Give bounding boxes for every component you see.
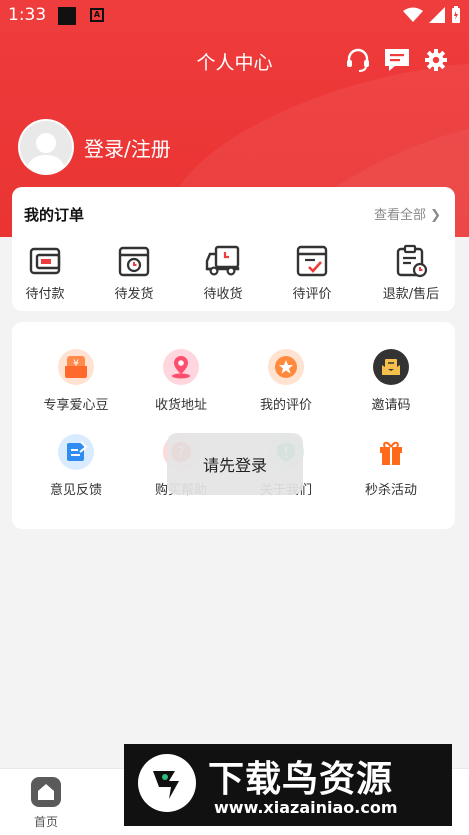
service-label: 邀请码 bbox=[371, 398, 411, 413]
watermark-banner: 下载鸟资源 www.xiazainiao.com bbox=[124, 744, 452, 826]
truck-icon bbox=[205, 245, 240, 276]
status-bar: 1:33 A bbox=[0, 0, 469, 32]
order-refund-aftersale[interactable]: 退款/售后 bbox=[376, 244, 446, 302]
wifi-icon bbox=[403, 7, 423, 22]
order-label: 待发货 bbox=[114, 287, 154, 302]
nav-home-label: 首页 bbox=[33, 815, 58, 829]
review-check-icon bbox=[296, 245, 328, 277]
order-pending-receipt[interactable]: 待收货 bbox=[188, 244, 258, 302]
battery-icon bbox=[452, 6, 460, 23]
service-feedback[interactable]: 意见反馈 bbox=[31, 434, 121, 498]
avatar[interactable] bbox=[18, 119, 74, 175]
services-card: ¥ 专享爱心豆 收货地址 我的评价 邀请码 意见反馈 ? 购买帮助 bbox=[12, 322, 455, 529]
settings-gear-icon[interactable] bbox=[422, 46, 450, 74]
service-love-beans[interactable]: ¥ 专享爱心豆 bbox=[31, 349, 121, 413]
order-pending-payment[interactable]: 待付款 bbox=[10, 244, 80, 302]
service-label: 专享爱心豆 bbox=[43, 398, 109, 413]
order-label: 待评价 bbox=[292, 287, 332, 302]
notification-square-icon bbox=[58, 7, 76, 25]
login-required-toast: 请先登录 bbox=[167, 433, 303, 495]
order-label: 待收货 bbox=[203, 287, 243, 302]
package-clock-icon bbox=[118, 246, 150, 277]
service-address[interactable]: 收货地址 bbox=[136, 349, 226, 413]
view-all-orders-link[interactable]: 查看全部 ❯ bbox=[374, 204, 441, 223]
wallet-icon bbox=[29, 247, 61, 275]
service-my-reviews[interactable]: 我的评价 bbox=[241, 349, 331, 413]
service-invite-code[interactable]: 邀请码 bbox=[346, 349, 436, 413]
login-register-link[interactable]: 登录/注册 bbox=[84, 133, 171, 162]
notification-app-icon: A bbox=[90, 8, 104, 22]
refund-icon bbox=[396, 244, 428, 278]
nav-home[interactable]: 首页 bbox=[16, 777, 76, 830]
svg-text:¥: ¥ bbox=[73, 359, 79, 369]
signal-icon bbox=[429, 7, 445, 23]
order-pending-review[interactable]: 待评价 bbox=[277, 244, 347, 302]
service-label: 我的评价 bbox=[259, 398, 312, 413]
location-pin-icon bbox=[163, 349, 199, 385]
gift-icon bbox=[373, 434, 409, 470]
star-badge-icon bbox=[268, 349, 304, 385]
default-avatar-icon bbox=[26, 133, 66, 173]
service-label: 收货地址 bbox=[154, 398, 207, 413]
watermark-url: www.xiazainiao.com bbox=[214, 798, 398, 817]
order-pending-shipment[interactable]: 待发货 bbox=[99, 244, 169, 302]
watermark-brand: 下载鸟资源 bbox=[208, 759, 394, 800]
status-time: 1:33 bbox=[8, 5, 47, 25]
home-icon bbox=[31, 777, 61, 807]
message-icon[interactable] bbox=[383, 46, 411, 74]
order-label: 退款/售后 bbox=[382, 287, 440, 302]
envelope-icon bbox=[373, 349, 409, 385]
service-flash-sale[interactable]: 秒杀活动 bbox=[346, 434, 436, 498]
feedback-edit-icon bbox=[58, 434, 94, 470]
love-bean-icon: ¥ bbox=[58, 349, 94, 385]
service-label: 意见反馈 bbox=[49, 483, 102, 498]
service-label: 秒杀活动 bbox=[364, 483, 417, 498]
orders-title: 我的订单 bbox=[24, 206, 85, 224]
order-label: 待付款 bbox=[25, 287, 65, 302]
my-orders-card: 我的订单 查看全部 ❯ 待付款 待发货 待收货 待评价 退款/售后 bbox=[12, 187, 455, 311]
status-indicators bbox=[403, 6, 461, 24]
customer-service-icon[interactable] bbox=[344, 46, 372, 74]
bird-logo bbox=[138, 754, 196, 812]
